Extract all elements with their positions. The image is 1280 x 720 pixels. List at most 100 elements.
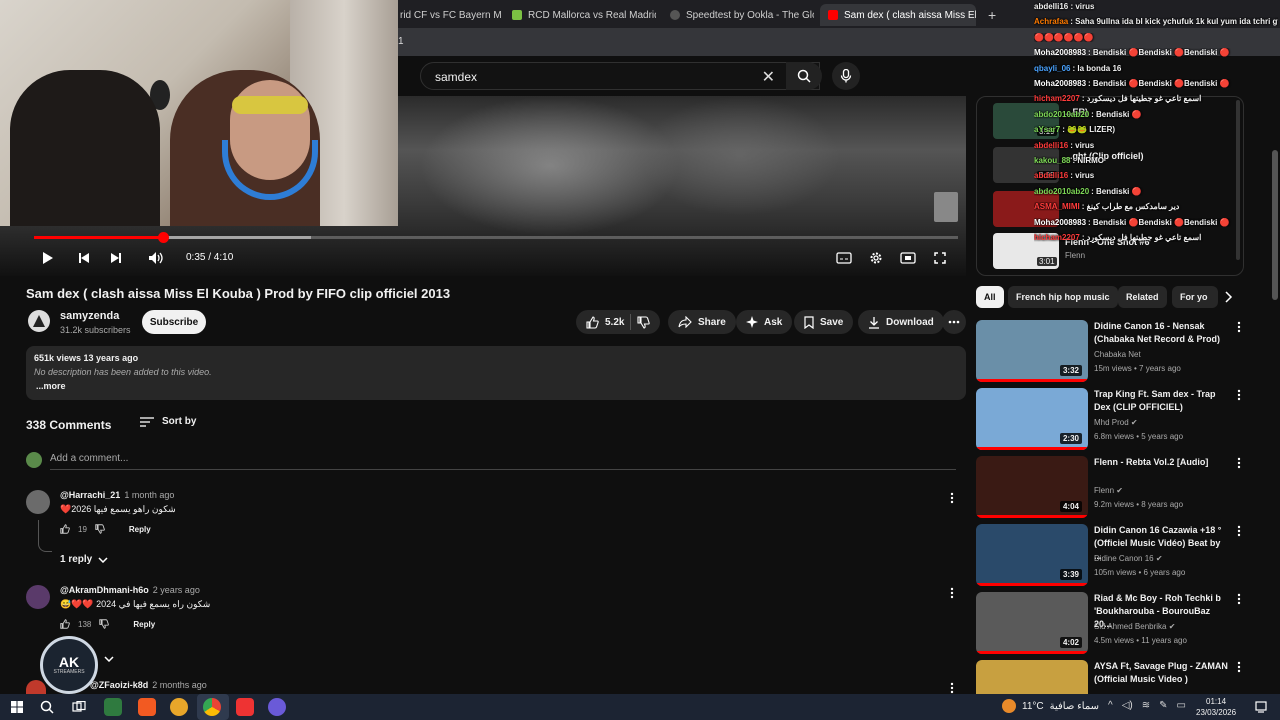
chevron-right-icon[interactable]: [1222, 291, 1234, 303]
chat-username[interactable]: qbayli_06: [1034, 64, 1070, 73]
reply-button[interactable]: Reply: [133, 620, 155, 629]
notifications-button[interactable]: [1252, 698, 1270, 716]
subscribe-button[interactable]: Subscribe: [142, 310, 206, 334]
page-scrollbar[interactable]: [1272, 150, 1278, 300]
browser-tab-1[interactable]: rid CF vs FC Bayern M ✕: [392, 4, 502, 26]
like-button[interactable]: 5.2k: [586, 315, 624, 329]
scrubber-handle[interactable]: [158, 232, 170, 243]
volume-button[interactable]: [144, 248, 168, 268]
chip-french-hip-hop[interactable]: French hip hop music: [1008, 286, 1118, 308]
comment-menu-button[interactable]: [946, 585, 958, 601]
video-title[interactable]: Trap King Ft. Sam dex - Trap Dex (CLIP O…: [1094, 388, 1230, 414]
reply-button[interactable]: Reply: [129, 525, 151, 534]
chat-username[interactable]: ASMA_MIMI: [1034, 202, 1080, 211]
video-menu-button[interactable]: [1234, 388, 1244, 402]
video-menu-button[interactable]: [1234, 660, 1244, 674]
save-button[interactable]: Save: [794, 310, 854, 334]
windows-start-button[interactable]: [8, 698, 26, 716]
channel-name[interactable]: Mhd Prod ✔: [1094, 418, 1138, 427]
taskbar-search-button[interactable]: [38, 698, 56, 716]
chevron-up-icon[interactable]: ^: [1108, 700, 1113, 711]
recommended-video[interactable]: 3:32 Didine Canon 16 - Nensak (Chabaka Ne…: [976, 320, 1246, 382]
video-title[interactable]: Didine Canon 16 - Nensak (Chabaka Net Re…: [1094, 320, 1230, 346]
video-thumbnail[interactable]: 4:04: [976, 456, 1088, 518]
theater-mode-button[interactable]: [896, 248, 920, 268]
obs-icon[interactable]: [268, 698, 286, 716]
video-menu-button[interactable]: [1234, 456, 1244, 470]
fullscreen-button[interactable]: [928, 248, 952, 268]
more-actions-button[interactable]: [942, 310, 966, 334]
channel-name[interactable]: Sid Ahmed Benbrika ✔: [1094, 622, 1175, 631]
description-box[interactable]: 651k views 13 years ago No description h…: [26, 346, 966, 400]
commenter-avatar[interactable]: [26, 680, 46, 694]
progress-bar[interactable]: [34, 232, 958, 243]
chat-username[interactable]: hicham2207: [1034, 94, 1080, 103]
clear-search-icon[interactable]: ✕: [762, 67, 775, 87]
browser-tab-active[interactable]: Sam dex ( clash aissa Miss El Ko ✕: [820, 4, 976, 26]
thumbs-down-icon[interactable]: [99, 619, 110, 629]
browser-tab-3[interactable]: Speedtest by Ookla - The Globa ✕: [662, 4, 814, 26]
share-button[interactable]: Share: [668, 310, 736, 334]
chat-username[interactable]: Moha2008983: [1034, 79, 1086, 88]
app-icon[interactable]: [170, 698, 188, 716]
chat-username[interactable]: abdelli16: [1034, 171, 1068, 180]
clock[interactable]: 01:14 23/03/2026: [1196, 696, 1236, 718]
wifi-icon[interactable]: ≋: [1142, 700, 1150, 711]
mini-thumbnail[interactable]: [934, 192, 958, 222]
channel-name[interactable]: samyzenda: [60, 310, 119, 322]
weather-widget[interactable]: 11°C سماء صافية: [1002, 699, 1099, 713]
task-view-button[interactable]: [70, 698, 88, 716]
add-comment-input[interactable]: Add a comment...: [50, 452, 956, 470]
download-button[interactable]: Download: [858, 310, 944, 334]
search-input[interactable]: samdex ✕: [420, 62, 820, 90]
comment-menu-button[interactable]: [946, 490, 958, 506]
comment-author[interactable]: @ZFaoizi-k8d 2 months ago: [90, 680, 207, 690]
chat-username[interactable]: hicham2207: [1034, 233, 1080, 242]
commenter-avatar[interactable]: [26, 490, 50, 514]
comment-author[interactable]: @Harrachi_21 1 month ago: [60, 490, 174, 500]
recommended-video[interactable]: 4:02 Riad & Mc Boy - Roh Techki b 'Boukha…: [976, 592, 1246, 654]
channel-name[interactable]: Chabaka Net: [1094, 350, 1141, 359]
ask-button[interactable]: Ask: [736, 310, 793, 334]
chat-username[interactable]: Moha2008983: [1034, 48, 1086, 57]
video-thumbnail[interactable]: 3:39: [976, 524, 1088, 586]
store-app-icon[interactable]: [104, 698, 122, 716]
next-button[interactable]: [104, 248, 128, 268]
channel-avatar[interactable]: [28, 310, 50, 332]
chat-username[interactable]: abdo2010ab20: [1034, 110, 1089, 119]
video-thumbnail[interactable]: 4:02: [976, 592, 1088, 654]
video-thumbnail[interactable]: 3:32: [976, 320, 1088, 382]
thumbs-up-icon[interactable]: [60, 619, 70, 629]
settings-button[interactable]: [864, 248, 888, 268]
dislike-button[interactable]: [637, 315, 651, 329]
previous-button[interactable]: [72, 248, 96, 268]
video-thumbnail[interactable]: 2:30: [976, 388, 1088, 450]
chip-for-you[interactable]: For yo: [1172, 286, 1218, 308]
chat-username[interactable]: Achrafaa: [1034, 17, 1068, 26]
chat-username[interactable]: aYsar7: [1034, 125, 1060, 134]
commenter-avatar[interactable]: [26, 585, 50, 609]
video-menu-button[interactable]: [1234, 592, 1244, 606]
browser-tab-2[interactable]: RCD Mallorca vs Real Madrid C ✕: [504, 4, 656, 26]
search-button[interactable]: [786, 62, 822, 90]
video-title[interactable]: AYSA Ft, Savage Plug - ZAMAN (Official M…: [1094, 660, 1230, 686]
captions-button[interactable]: [832, 248, 856, 268]
chat-username[interactable]: kakou_88: [1034, 156, 1070, 165]
recommended-video[interactable]: 3:39 Didin Canon 16 Cazawia +18 ° (Offici…: [976, 524, 1246, 586]
new-tab-button[interactable]: +: [980, 4, 1000, 26]
thumbs-up-icon[interactable]: [60, 524, 70, 534]
video-menu-button[interactable]: [1234, 524, 1244, 538]
battery-icon[interactable]: ▭: [1177, 700, 1186, 711]
chat-username[interactable]: abdo2010ab20: [1034, 187, 1089, 196]
channel-name[interactable]: Didine Canon 16 ✔: [1094, 554, 1163, 563]
chip-related[interactable]: Related: [1118, 286, 1167, 308]
chat-username[interactable]: abdelli16: [1034, 141, 1068, 150]
recommended-video[interactable]: 4:04 Flenn - Rebta Vol.2 [Audio] Flenn ✔ 9.…: [976, 456, 1246, 518]
play-button[interactable]: [36, 248, 60, 268]
brave-browser-icon[interactable]: [138, 698, 156, 716]
video-title[interactable]: Flenn - Rebta Vol.2 [Audio]: [1094, 456, 1230, 469]
comment-author[interactable]: @AkramDhmani-h6o 2 years ago: [60, 585, 200, 595]
thumbs-down-icon[interactable]: [95, 524, 105, 534]
sort-comments-button[interactable]: Sort by: [140, 416, 196, 427]
chip-all[interactable]: All: [976, 286, 1004, 308]
